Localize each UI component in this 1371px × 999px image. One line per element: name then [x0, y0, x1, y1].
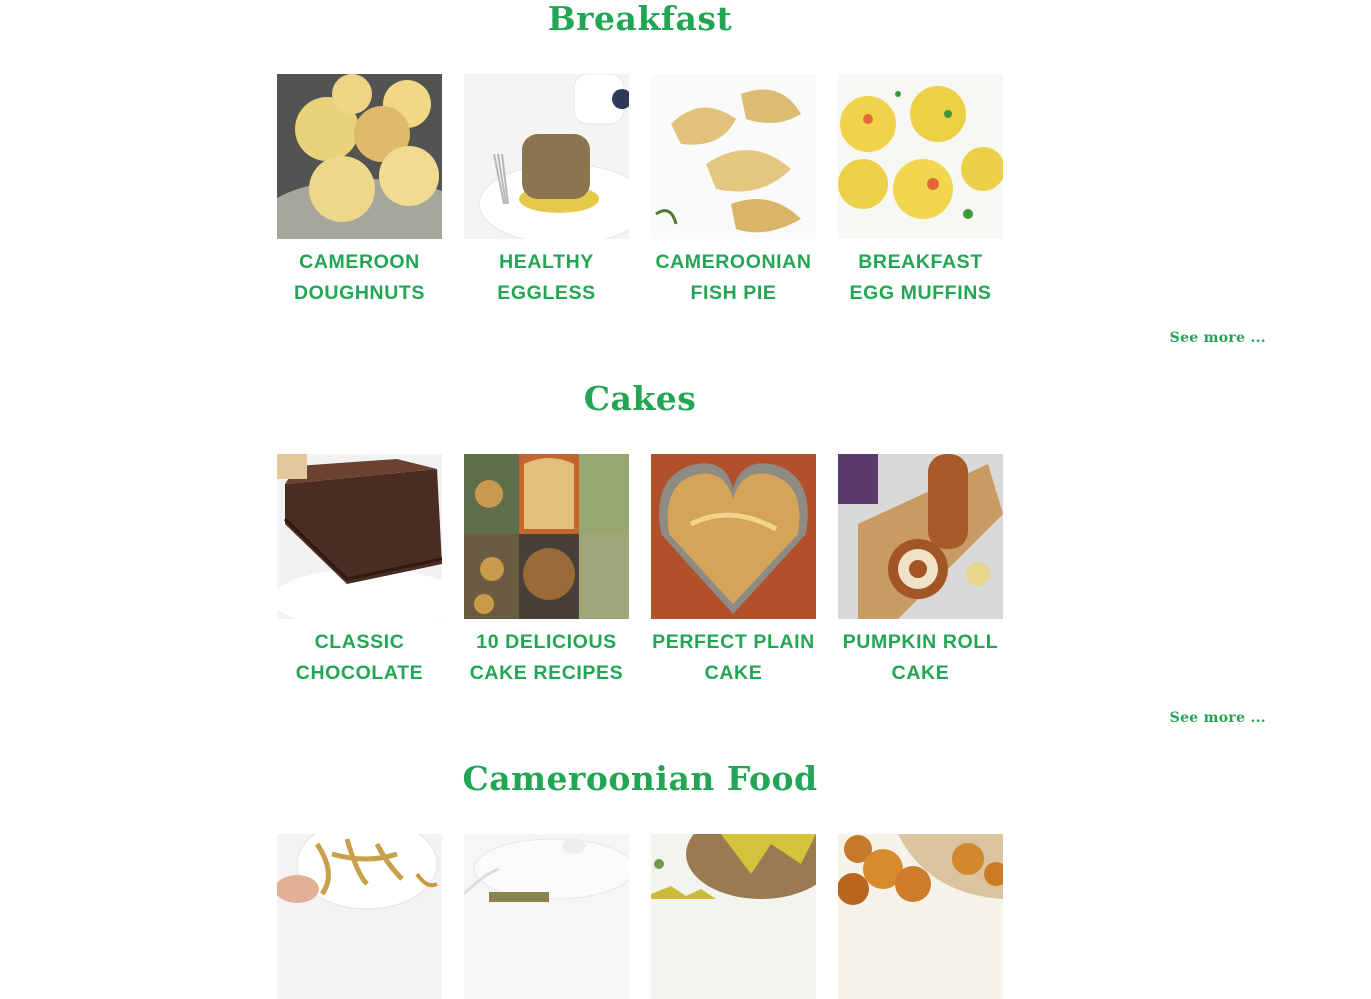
- recipe-title[interactable]: Cameroonian Fish Pie: [651, 247, 816, 309]
- recipe-card[interactable]: [464, 834, 629, 999]
- recipe-image[interactable]: [838, 74, 1003, 239]
- recipe-card[interactable]: [651, 834, 816, 999]
- recipe-title[interactable]: Perfect Plain Cake: [651, 627, 816, 689]
- recipe-card[interactable]: [838, 834, 1003, 999]
- section-title: Cakes: [583, 379, 697, 418]
- recipe-card[interactable]: Cameroon Doughnuts: [277, 74, 442, 309]
- recipe-grid: [277, 834, 1003, 999]
- recipe-image[interactable]: [464, 74, 629, 239]
- section-title: Breakfast: [547, 0, 733, 38]
- recipe-image[interactable]: [277, 74, 442, 239]
- recipe-card[interactable]: 10 Delicious Cake Recipes: [464, 454, 629, 689]
- recipe-title[interactable]: Breakfast Egg Muffins: [838, 247, 1003, 309]
- recipe-title[interactable]: Cameroon Doughnuts: [277, 247, 442, 309]
- recipe-grid: Cameroon Doughnuts Healthy Eggless Camer…: [277, 74, 1003, 309]
- see-more-link[interactable]: See more ...: [1170, 330, 1266, 346]
- recipe-image[interactable]: [651, 74, 816, 239]
- recipe-card[interactable]: [277, 834, 442, 999]
- recipe-card[interactable]: Pumpkin Roll Cake: [838, 454, 1003, 689]
- recipe-card[interactable]: Cameroonian Fish Pie: [651, 74, 816, 309]
- recipe-card[interactable]: Healthy Eggless: [464, 74, 629, 309]
- recipe-image[interactable]: [651, 454, 816, 619]
- recipe-card[interactable]: Classic Chocolate: [277, 454, 442, 689]
- recipe-image[interactable]: [464, 834, 629, 999]
- recipe-title[interactable]: Healthy Eggless: [464, 247, 629, 309]
- recipe-image[interactable]: [651, 834, 816, 999]
- recipe-image[interactable]: [277, 834, 442, 999]
- recipe-image[interactable]: [838, 454, 1003, 619]
- section-title: Cameroonian Food: [462, 759, 818, 798]
- recipe-title[interactable]: Classic Chocolate: [277, 627, 442, 689]
- recipe-title[interactable]: Pumpkin Roll Cake: [838, 627, 1003, 689]
- recipe-image[interactable]: [838, 834, 1003, 999]
- recipe-card[interactable]: Breakfast Egg Muffins: [838, 74, 1003, 309]
- recipe-card[interactable]: Perfect Plain Cake: [651, 454, 816, 689]
- recipe-grid: Classic Chocolate 10 Delicious Cake Reci…: [277, 454, 1003, 689]
- recipe-image[interactable]: [464, 454, 629, 619]
- see-more-link[interactable]: See more ...: [1170, 710, 1266, 726]
- recipe-title[interactable]: 10 Delicious Cake Recipes: [464, 627, 629, 689]
- recipe-image[interactable]: [277, 454, 442, 619]
